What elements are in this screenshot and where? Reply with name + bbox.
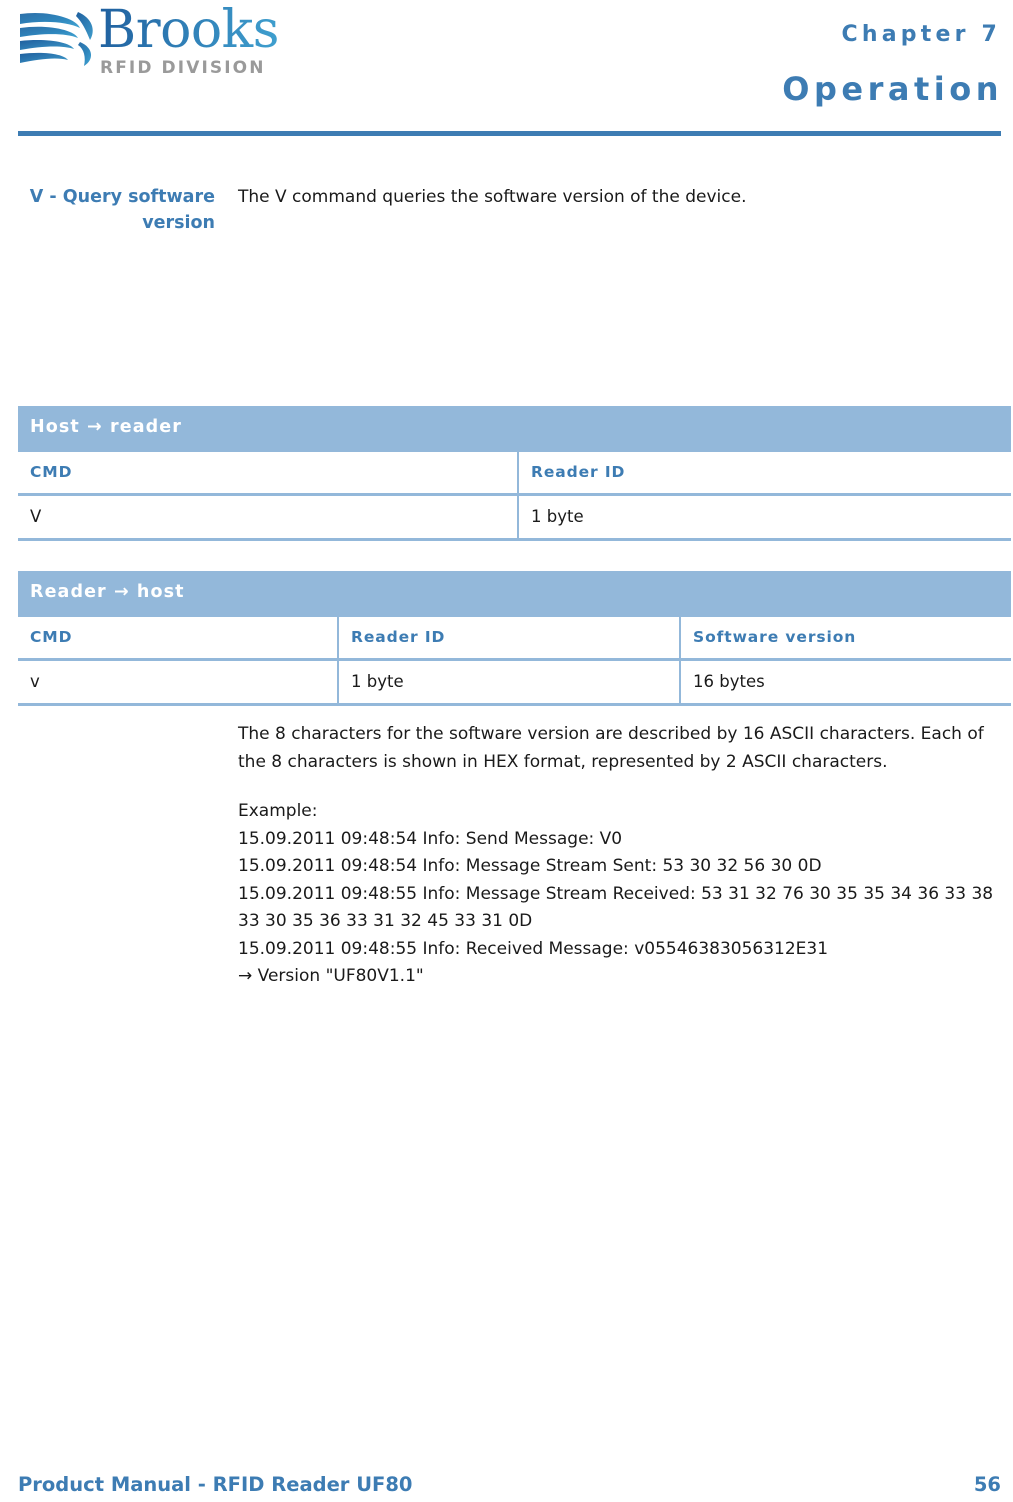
table-host-to-reader: Host → reader CMD Reader ID V 1 byte bbox=[18, 406, 1011, 541]
column-header-cmd: CMD bbox=[18, 449, 519, 496]
page-header: Brooks RFID DIVISION Chapter 7 Operation bbox=[0, 0, 1013, 150]
log-line: 15.09.2011 09:48:55 Info: Message Stream… bbox=[238, 883, 999, 932]
logo-wordmark: Brooks bbox=[98, 0, 279, 60]
section-intro-row: V - Query software version The V command… bbox=[0, 150, 1013, 233]
log-line-version-result: → Version "UF80V1.1" bbox=[238, 966, 424, 986]
logo-tagline: RFID DIVISION bbox=[100, 58, 266, 78]
page-title: Operation bbox=[782, 70, 1003, 108]
example-label: Example: bbox=[238, 801, 318, 821]
page-content: V - Query software version The V command… bbox=[0, 150, 1013, 986]
table-header-row: CMD Reader ID Software version bbox=[18, 614, 1011, 661]
table-header-row: CMD Reader ID bbox=[18, 449, 1011, 496]
section-intro-text: The V command queries the software versi… bbox=[238, 187, 747, 207]
header-divider bbox=[18, 131, 1001, 136]
header-chapter-label: Chapter 7 bbox=[841, 22, 1001, 47]
cell-reader-id: 1 byte bbox=[518, 494, 1011, 541]
table-band-row: Reader → host bbox=[18, 571, 1011, 616]
body-text-block: The 8 characters for the software versio… bbox=[238, 721, 1013, 991]
footer-page-number: 56 bbox=[973, 1473, 1001, 1496]
table-band-row: Host → reader bbox=[18, 406, 1011, 451]
brooks-logo: Brooks RFID DIVISION bbox=[18, 4, 318, 80]
example-block: Example: 15.09.2011 09:48:54 Info: Send … bbox=[238, 798, 1013, 991]
page-footer: Product Manual - RFID Reader UF80 56 bbox=[0, 1442, 1013, 1502]
column-header-reader-id: Reader ID bbox=[518, 449, 1011, 496]
table-band-label: Reader → host bbox=[18, 571, 1011, 616]
column-header-software-version: Software version bbox=[680, 614, 1011, 661]
cell-software-version: 16 bytes bbox=[680, 659, 1011, 706]
cell-cmd: v bbox=[18, 659, 339, 706]
table-row: V 1 byte bbox=[18, 494, 1011, 541]
table-row: v 1 byte 16 bytes bbox=[18, 659, 1011, 706]
column-header-reader-id: Reader ID bbox=[338, 614, 681, 661]
table-band-label: Host → reader bbox=[18, 406, 1011, 451]
column-header-cmd: CMD bbox=[18, 614, 339, 661]
table-reader-to-host: Reader → host CMD Reader ID Software ver… bbox=[18, 571, 1011, 706]
log-line: 15.09.2011 09:48:55 Info: Received Messa… bbox=[238, 938, 829, 959]
brooks-swoosh-logo-icon bbox=[18, 8, 96, 70]
log-line: 15.09.2011 09:48:54 Info: Message Stream… bbox=[238, 856, 822, 876]
log-line: 15.09.2011 09:48:54 Info: Send Message: … bbox=[238, 828, 623, 849]
section-marginal-heading: V - Query software version bbox=[29, 187, 215, 233]
cell-reader-id: 1 byte bbox=[338, 659, 681, 706]
description-paragraph: The 8 characters for the software versio… bbox=[238, 724, 984, 772]
cell-cmd: V bbox=[18, 494, 519, 541]
footer-document-title: Product Manual - RFID Reader UF80 bbox=[18, 1473, 413, 1496]
